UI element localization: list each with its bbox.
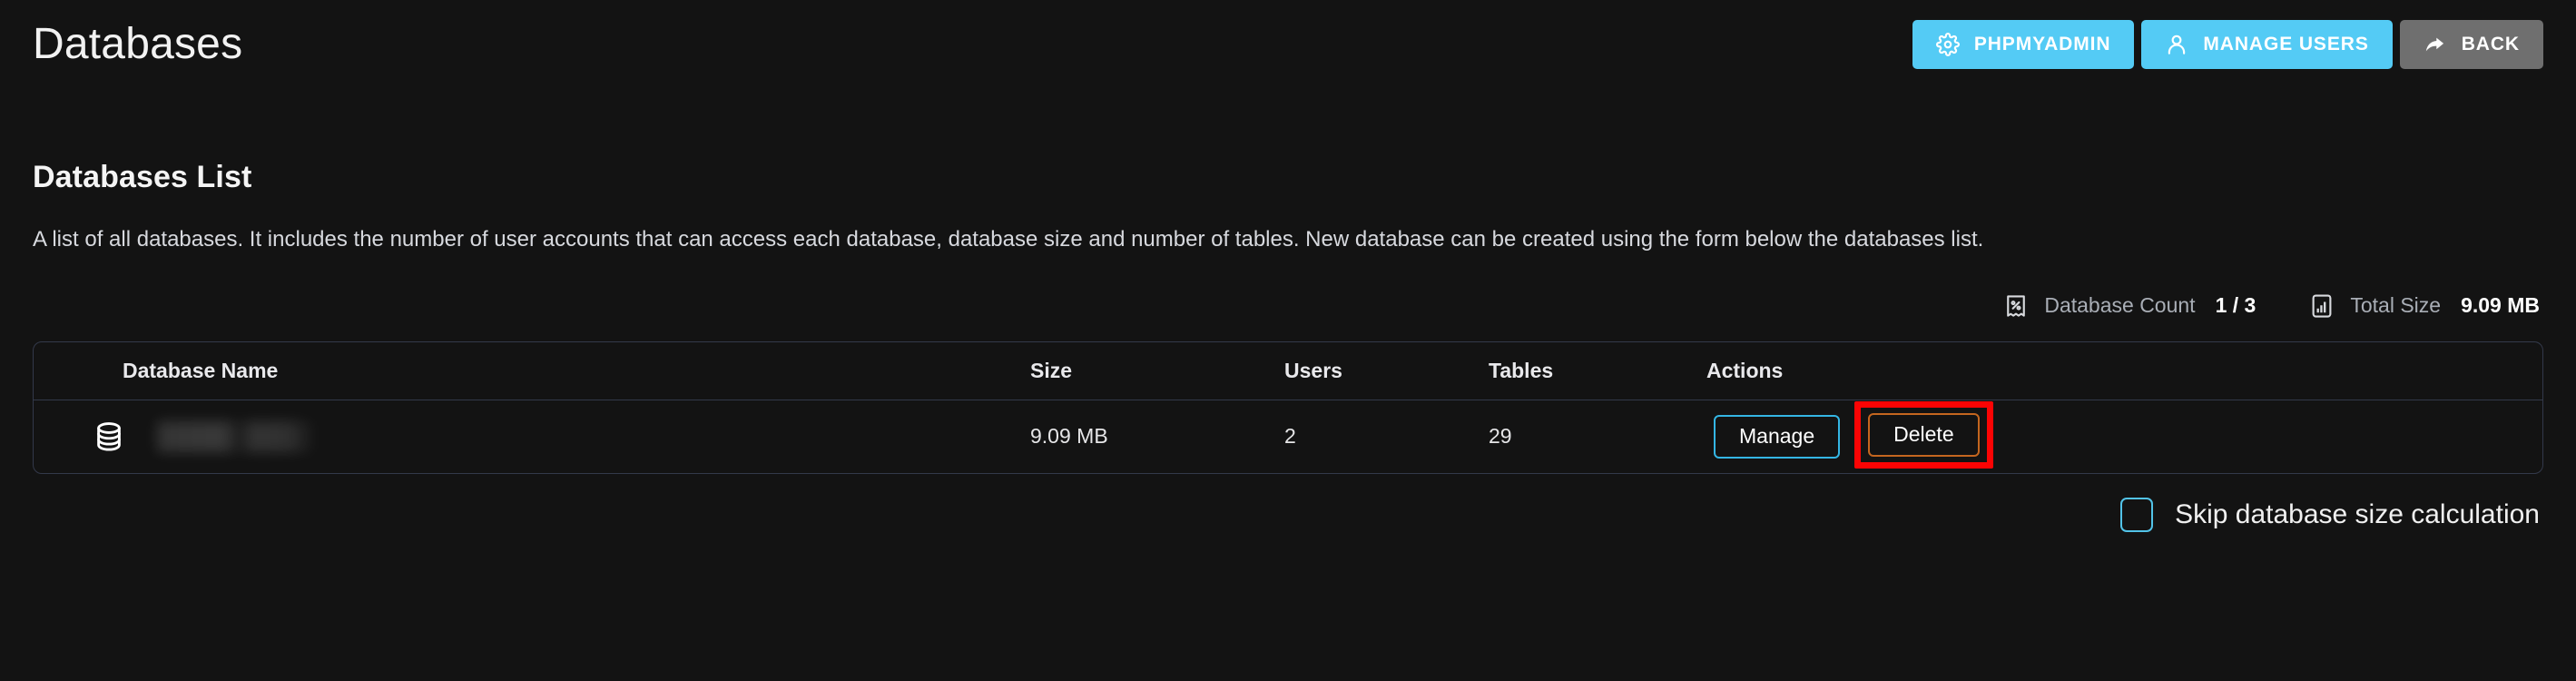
cell-users: 2: [1284, 424, 1296, 449]
section-title: Databases List: [33, 160, 252, 194]
database-icon: [92, 419, 126, 454]
column-header-size: Size: [1030, 358, 1073, 382]
skip-size-calculation-label: Skip database size calculation: [2175, 498, 2540, 529]
receipt-percent-icon: [2002, 292, 2030, 320]
back-button-label: BACK: [2461, 34, 2520, 54]
header-actions: PHPMYADMIN MANAGE USERS BACK: [1912, 20, 2543, 107]
arrow-share-icon: [2424, 33, 2447, 56]
stat-total-size-label: Total Size: [2350, 293, 2442, 318]
page-content: Databases List A list of all databases. …: [0, 127, 2576, 532]
stat-total-size: Total Size 9.09 MB: [2308, 292, 2540, 320]
column-header-users: Users: [1284, 358, 1342, 382]
column-header-actions: Actions: [1706, 358, 1784, 382]
manage-users-button[interactable]: MANAGE USERS: [2141, 20, 2393, 69]
delete-button[interactable]: Delete: [1868, 412, 1980, 457]
stat-total-size-value: 9.09 MB: [2461, 293, 2540, 318]
skip-size-calculation-checkbox[interactable]: [2120, 497, 2154, 532]
section-description: A list of all databases. It includes the…: [33, 227, 1984, 252]
table-row: 9.09 MB 2 29 Manage Delete: [34, 400, 2542, 473]
databases-page: Databases PHPMYADMIN MANAGE USERS BACK D…: [0, 0, 2576, 681]
gear-icon: [1935, 33, 1960, 56]
bar-chart-icon: [2308, 292, 2335, 320]
delete-button-highlight: Delete: [1854, 400, 1993, 469]
back-button[interactable]: BACK: [2399, 20, 2543, 69]
cell-tables: 29: [1489, 424, 1512, 449]
stat-database-count-value: 1 / 3: [2215, 293, 2256, 318]
databases-table: Database Name Size Users Tables Actions: [33, 340, 2543, 474]
stat-database-count: Database Count 1 / 3: [2002, 292, 2256, 320]
cell-size: 9.09 MB: [1030, 424, 1108, 449]
skip-size-calculation-row: Skip database size calculation: [33, 497, 2543, 532]
phpmyadmin-button-label: PHPMYADMIN: [1973, 34, 2111, 54]
cell-actions: Manage Delete: [1699, 400, 2542, 469]
column-header-database-name: Database Name: [123, 358, 279, 382]
stat-database-count-label: Database Count: [2044, 293, 2196, 318]
page-header: Databases PHPMYADMIN MANAGE USERS BACK: [0, 0, 2576, 127]
user-icon: [2165, 33, 2188, 56]
page-title: Databases: [33, 20, 243, 68]
database-name-value: [157, 420, 316, 452]
cell-database-name: [34, 419, 1023, 454]
manage-users-button-label: MANAGE USERS: [2203, 34, 2369, 54]
manage-button[interactable]: Manage: [1714, 414, 1841, 459]
stats-row: Database Count 1 / 3 Total Size 9.09 MB: [33, 292, 2543, 320]
phpmyadmin-button[interactable]: PHPMYADMIN: [1912, 20, 2135, 69]
row-actions: Manage Delete: [1706, 400, 2535, 469]
table-header-row: Database Name Size Users Tables Actions: [34, 342, 2542, 400]
column-header-tables: Tables: [1489, 358, 1554, 382]
